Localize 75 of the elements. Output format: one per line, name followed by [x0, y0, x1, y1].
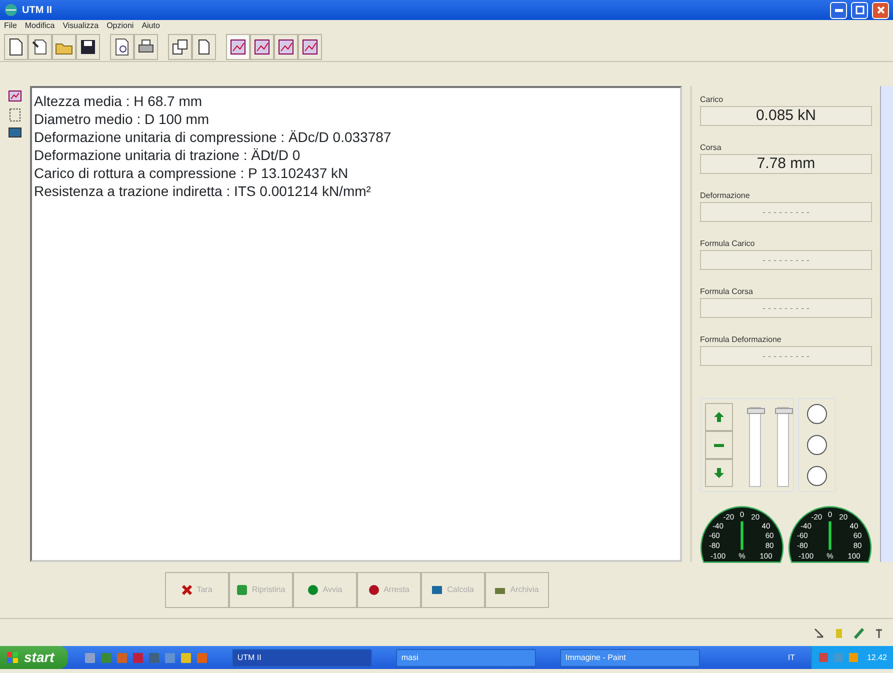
- clock: 12.42: [866, 652, 887, 664]
- scrollbar[interactable]: [880, 86, 893, 562]
- windows-logo-icon: [6, 650, 20, 664]
- jog-button[interactable]: [705, 431, 733, 459]
- toolbar-button[interactable]: [168, 34, 192, 60]
- window-title: UTM II: [22, 4, 52, 18]
- frame-icon[interactable]: [8, 108, 22, 122]
- chart-icon[interactable]: [8, 90, 22, 104]
- battery-icon: [833, 626, 845, 638]
- menu-item[interactable]: Modifica: [24, 20, 55, 32]
- down-arrow-icon: [713, 467, 725, 479]
- chart-icon: [300, 36, 320, 56]
- maximize-button[interactable]: [851, 2, 868, 18]
- field-label: Carico: [700, 94, 724, 106]
- toolbar-button[interactable]: [4, 34, 28, 60]
- readout-field: - - - - - - - - -: [700, 202, 872, 222]
- slider-thumb[interactable]: [775, 408, 793, 414]
- result-line: Altezza media : H 68.7 mm: [34, 92, 204, 110]
- toolbar-button[interactable]: [274, 34, 298, 60]
- slider-thumb[interactable]: [747, 408, 765, 414]
- toolbar-button[interactable]: [250, 34, 274, 60]
- result-line: Carico di rottura a compressione : P 13.102437 kN: [34, 164, 350, 182]
- close-button[interactable]: [872, 2, 889, 18]
- toolbar-button[interactable]: [134, 34, 158, 60]
- result-line: Resistenza a trazione indiretta : ITS 0.001214 kN/mm²: [34, 182, 372, 200]
- minimize-icon: [834, 8, 842, 12]
- toolbar-button[interactable]: [110, 34, 134, 60]
- menu-item[interactable]: Opzioni: [106, 20, 134, 32]
- readout-field: 0.085 kN: [700, 106, 872, 126]
- field-label: Formula Carico: [700, 238, 756, 250]
- taskbar-button[interactable]: masi: [396, 648, 536, 666]
- readout-field: - - - - - - - - -: [700, 298, 872, 318]
- maximize-icon: [854, 5, 864, 15]
- readout-field: - - - - - - - - -: [700, 250, 872, 270]
- taskbar-button[interactable]: UTM II: [232, 648, 372, 666]
- chart-icon: [276, 36, 296, 56]
- minimize-button[interactable]: [830, 2, 847, 18]
- toolbar-button[interactable]: [298, 34, 322, 60]
- jog-button[interactable]: [705, 403, 733, 431]
- toolbar-button[interactable]: [76, 34, 100, 60]
- field-label: Formula Corsa: [700, 286, 754, 298]
- circle-icon: [306, 584, 319, 596]
- gauge-needle: [740, 521, 744, 550]
- toolbar-button[interactable]: [192, 34, 216, 60]
- pen-icon: [853, 626, 865, 638]
- copy-icon: [170, 36, 190, 56]
- field-label: Formula Deformazione: [700, 334, 782, 346]
- circle-icon: [368, 584, 380, 596]
- quick-launch-icon[interactable]: [84, 652, 96, 664]
- toolbar-button[interactable]: [226, 34, 250, 60]
- readout-field: 7.78 mm: [700, 154, 872, 174]
- start-button[interactable]: start: [0, 646, 68, 669]
- close-icon: [876, 5, 886, 15]
- quick-launch-icon[interactable]: [180, 652, 192, 664]
- monitor-icon: [431, 584, 444, 596]
- language-indicator[interactable]: IT: [788, 652, 795, 664]
- menu-item[interactable]: Visualizza: [62, 20, 99, 32]
- readout-field: - - - - - - - - -: [700, 346, 872, 366]
- chart-icon: [228, 36, 248, 56]
- monitor-icon[interactable]: [8, 126, 22, 140]
- gauge-needle: [828, 521, 832, 550]
- app-icon: [4, 3, 18, 17]
- menu-item[interactable]: File: [4, 20, 17, 32]
- field-label: Corsa: [700, 142, 722, 154]
- toolbar-button[interactable]: [28, 34, 52, 60]
- up-arrow-icon: [713, 411, 725, 423]
- result-line: Diametro medio : D 100 mm: [34, 110, 210, 128]
- close-icon: [180, 584, 193, 596]
- result-line: Deformazione unitaria di compressione : ÄDc/D 0.033787: [34, 128, 392, 146]
- result-line: Deformazione unitaria di trazione : ÄDt/D 0: [34, 146, 302, 164]
- taskbar-button[interactable]: Immagine - Paint: [560, 648, 700, 666]
- jog-button[interactable]: [705, 459, 733, 487]
- chart-icon: [252, 36, 272, 56]
- field-label: Deformazione: [700, 190, 751, 202]
- menu-item[interactable]: Aiuto: [142, 20, 160, 32]
